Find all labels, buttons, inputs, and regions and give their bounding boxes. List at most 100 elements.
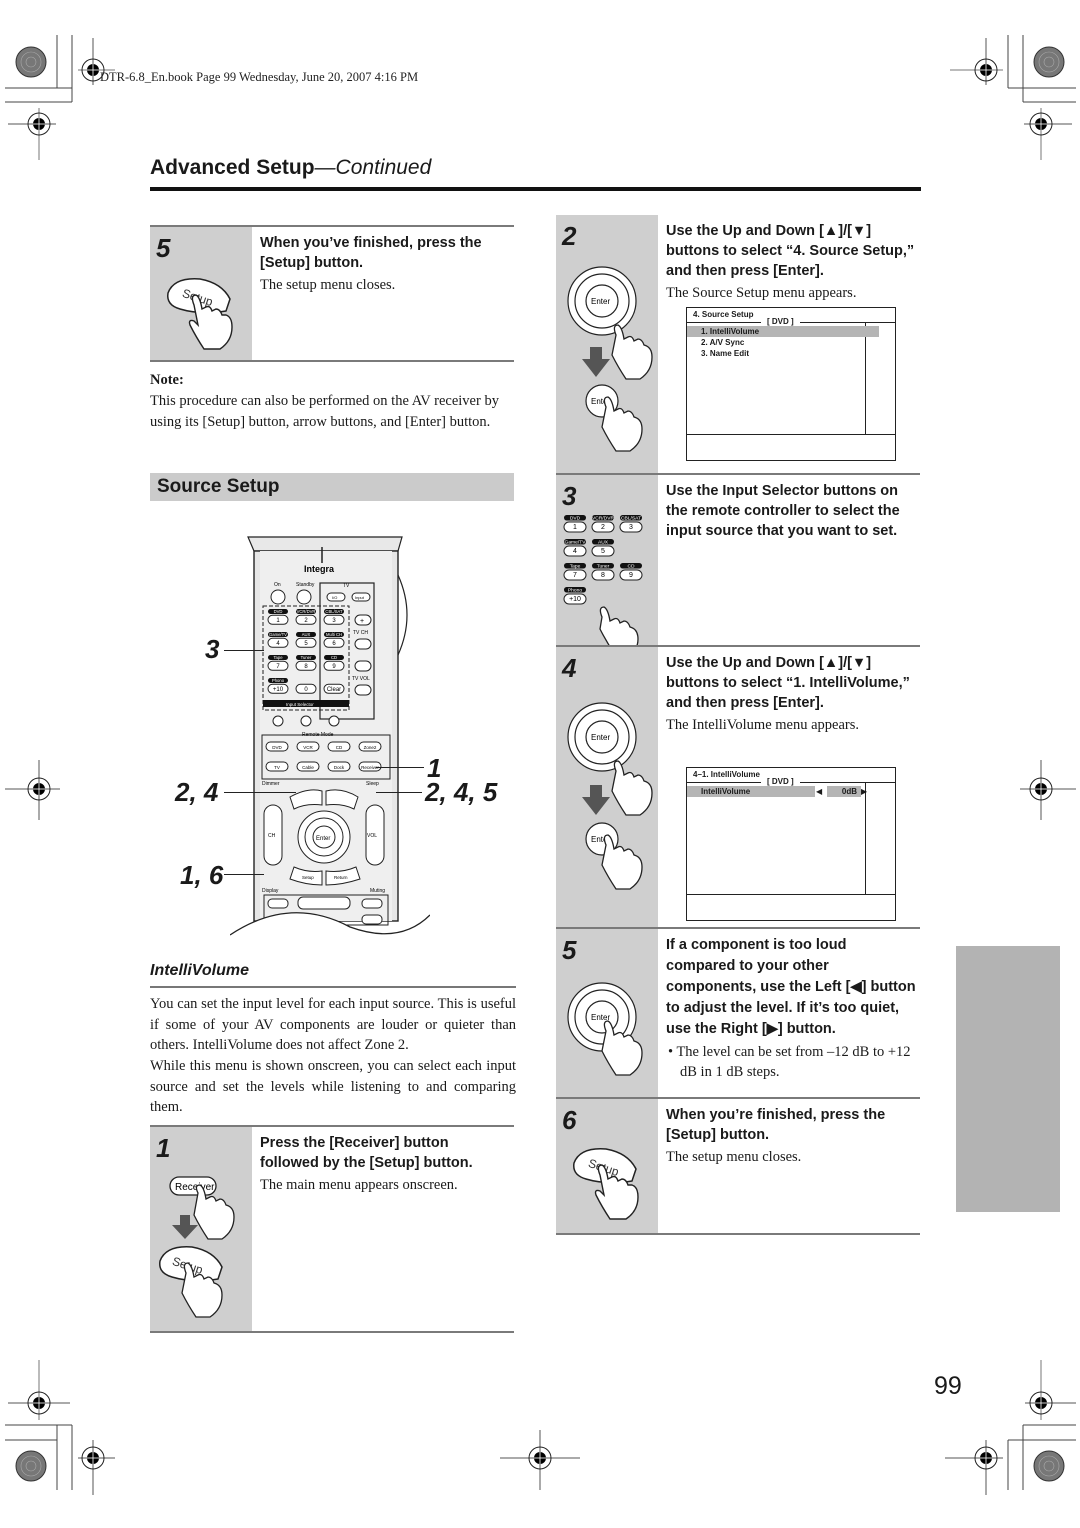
key-source-label-text: CBL/SAT [325,609,343,614]
svg-text:Setup: Setup [302,875,314,880]
step-instruction: Use the Up and Down [▲]/[▼] buttons to s… [666,655,910,711]
section-heading: Source Setup [157,476,280,497]
osd-item-name-edit[interactable]: 3. Name Edit [687,348,879,359]
step-gutter: 2 Enter Enter [556,215,658,473]
title-rule [150,187,921,191]
remote-mode-button-label: Zone2 [364,745,377,750]
step-2: 2 Enter Enter Use the Up and Down [▲]/[▼… [556,215,920,475]
callout-line [224,792,296,793]
keypad-button-label: 4 [573,548,577,555]
callout-line [376,792,422,793]
keypad-button-label: 3 [629,524,633,531]
step-gutter: 4 Enter Enter [556,647,658,929]
key-source-label-text: AUX [302,632,311,637]
svg-text:Receiver: Receiver [175,1182,215,1193]
callout-line [376,767,424,768]
callout-1-6: 1, 6 [180,860,224,890]
step-instruction: Use the Up and Down [▲]/[▼] buttons to s… [666,223,915,279]
osd-right-arrow-icon[interactable]: ▶ [861,786,867,797]
callout-line [224,874,264,875]
remote-mode-button-label: CD [336,745,343,750]
step-description: The setup menu closes. [666,1149,802,1165]
setup-button-press-icon: Setup [573,1148,639,1220]
step-instruction: Use the Input Selector buttons on the re… [666,483,900,539]
key-source-label-text: Phono [568,588,582,594]
svg-text:Input: Input [355,595,365,600]
svg-text:CH: CH [268,833,276,839]
svg-text:Muting: Muting [370,888,385,894]
osd-left-arrow-icon[interactable]: ◀ [816,786,822,797]
intellivolume-osd: 4–1. IntelliVolume [ DVD ] IntelliVolume… [686,767,896,921]
step-instruction: When you’ve finished, press the [Setup] … [260,235,482,271]
osd-title: 4–1. IntelliVolume [693,770,760,779]
svg-text:Enter: Enter [591,733,610,742]
receiver-setup-press-icon: Receiver Setup [159,1176,235,1318]
step-description: The main menu appears onscreen. [260,1177,458,1193]
osd-source: [ DVD ] [761,317,800,326]
step-6: 6 Setup When you’re finished, press the … [556,1097,920,1235]
key-source-label-text: AUX [598,540,609,546]
callout-line [224,650,264,651]
osd-title: 4. Source Setup [693,310,754,319]
step-gutter: 3 DVD 1 VCR/DVR 2 CBL/SAT 3 Game/TV 4 AUX 5 Tape 7 T… [556,475,658,653]
note-text: This procedure can also be performed on … [150,393,499,430]
remote-mode-button-label: TV [274,765,280,770]
key-source-label-text: DVD [570,516,581,522]
step-3: 3 DVD 1 VCR/DVR 2 CBL/SAT 3 Game/TV 4 AUX 5 Tape 7 T… [556,473,920,653]
key-source-label-text: Game/TV [269,632,287,637]
print-header: DTR-6.8_En.book Page 99 Wednesday, June … [100,70,419,84]
keypad-button-label: 8 [601,572,605,579]
step-instruction: When you’re finished, press the [Setup] … [666,1107,886,1143]
svg-text:On: On [274,582,281,588]
step-description: The Source Setup menu appears. [666,285,857,301]
keypad-button-label: 5 [601,548,605,555]
subheading-intellivolume: IntelliVolume [150,962,249,979]
step-gutter: 5 Setup [150,227,252,360]
key-source-label-text: VCR/DVR [592,516,614,522]
osd-item-av-sync[interactable]: 2. A/V Sync [687,337,879,348]
osd-row-intellivolume[interactable]: IntelliVolume [687,786,815,797]
step-description: The IntelliVolume menu appears. [666,717,860,733]
keypad-button-label: 1 [573,524,577,531]
keypad-button-label: +10 [273,687,284,693]
key-source-label-text: Multi CH [326,632,342,637]
step-number: 4 [562,653,577,683]
svg-text:Dimmer: Dimmer [262,781,280,787]
remote-mode-button-label: Dock [334,765,345,770]
note-heading: Note: [150,372,184,388]
svg-text:VOL: VOL [367,833,377,839]
svg-text:Display: Display [262,888,279,894]
step-description: The setup menu closes. [260,277,396,293]
key-source-label-text: Phono [272,678,285,683]
chapter-side-tab [956,946,1060,1212]
key-source-label-text: VCR/DVR [297,609,316,614]
keypad-button-label: 2 [601,524,605,531]
key-source-label-text: Tuner [301,655,312,660]
step-5-finish: 5 Setup When you’ve finished, press the … [150,225,514,362]
key-source-label-text: CBL/SAT [621,516,641,522]
svg-text:TV: TV [343,583,350,589]
key-source-label-text: Game/TV [565,540,587,546]
subheading-rule [150,986,516,988]
key-source-label-text: Tape [273,655,283,660]
osd-row-value: 0dB [827,786,861,797]
keypad-button-label: 7 [573,572,577,579]
osd-item-intellivolume[interactable]: 1. IntelliVolume [687,326,879,337]
svg-text:Remote Mode: Remote Mode [302,732,334,738]
svg-text:Input Selector: Input Selector [286,702,314,707]
callout-2-4: 2, 4 [175,777,219,807]
key-source-label-text: DVD [274,609,283,614]
section-heading-bar: Source Setup [150,473,514,501]
step-number: 3 [562,481,577,511]
step-instruction: Press the [Receiver] button followed by … [260,1135,473,1171]
key-source-label-text: CD [627,564,635,570]
svg-text:TV CH: TV CH [353,630,368,636]
setup-button-press-icon: Setup [167,278,233,350]
step-number: 6 [562,1105,577,1135]
step-gutter: 5 Enter [556,929,658,1099]
remote-control-illustration: Integra On Standby TV I/O Input Input Se… [230,536,430,945]
keypad-button-label: Clear [327,687,341,693]
remote-mode-button-label: Cable [302,765,314,770]
page-title-suffix: —Continued [314,156,432,179]
page-title-main: Advanced Setup [150,156,315,179]
